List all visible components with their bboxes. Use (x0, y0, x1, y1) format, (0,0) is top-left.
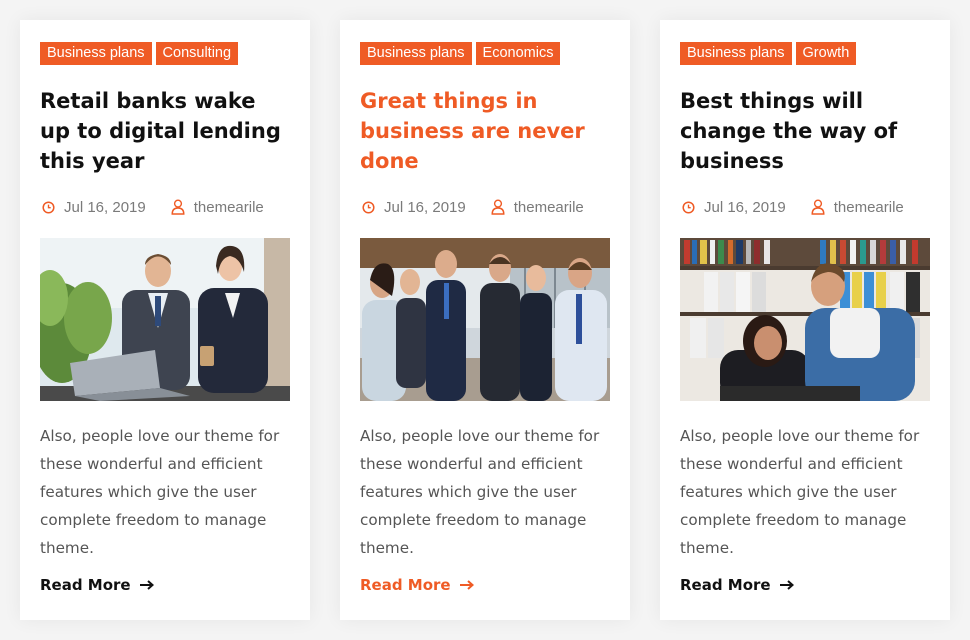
read-more-label: Read More (40, 576, 131, 594)
user-icon (170, 199, 186, 215)
read-more-label: Read More (680, 576, 771, 594)
category-tags: Business plans Growth (680, 42, 930, 65)
post-thumbnail[interactable] (40, 238, 290, 401)
post-thumbnail[interactable] (680, 238, 930, 401)
post-thumbnail[interactable] (360, 238, 610, 401)
clock-icon (680, 199, 696, 215)
category-tag[interactable]: Business plans (40, 42, 152, 65)
read-more-link[interactable]: Read More (680, 576, 794, 594)
post-excerpt: Also, people love our theme for these wo… (40, 427, 280, 557)
category-tag[interactable]: Economics (475, 42, 561, 65)
category-tag[interactable]: Business plans (360, 42, 472, 65)
post-author[interactable]: themearile (194, 199, 264, 216)
blog-card: Business plans Economics Great things in… (340, 20, 630, 620)
category-tags: Business plans Consulting (40, 42, 290, 65)
post-title[interactable]: Great things in business are never done (360, 86, 610, 176)
post-date: Jul 16, 2019 (704, 198, 786, 216)
read-more-link[interactable]: Read More (40, 576, 154, 594)
category-tags: Business plans Economics (360, 42, 610, 65)
arrow-right-icon (139, 580, 154, 590)
post-meta: Jul 16, 2019 themearile (360, 197, 610, 217)
post-date: Jul 16, 2019 (384, 198, 466, 216)
post-author[interactable]: themearile (514, 199, 584, 216)
post-author[interactable]: themearile (834, 199, 904, 216)
category-tag[interactable]: Consulting (155, 42, 239, 65)
clock-icon (40, 199, 56, 215)
category-tag[interactable]: Business plans (680, 42, 792, 65)
post-title[interactable]: Retail banks wake up to digital lending … (40, 86, 290, 176)
arrow-right-icon (779, 580, 794, 590)
user-icon (810, 199, 826, 215)
blog-card: Business plans Consulting Retail banks w… (20, 20, 310, 620)
arrow-right-icon (459, 580, 474, 590)
user-icon (490, 199, 506, 215)
post-excerpt: Also, people love our theme for these wo… (680, 427, 920, 557)
post-excerpt: Also, people love our theme for these wo… (360, 427, 600, 557)
post-meta: Jul 16, 2019 themearile (40, 197, 290, 217)
blog-card: Business plans Growth Best things will c… (660, 20, 950, 620)
read-more-link[interactable]: Read More (360, 576, 474, 594)
category-tag[interactable]: Growth (795, 42, 857, 65)
read-more-label: Read More (360, 576, 451, 594)
post-title[interactable]: Best things will change the way of busin… (680, 86, 930, 176)
post-date: Jul 16, 2019 (64, 198, 146, 216)
blog-post-grid: Business plans Consulting Retail banks w… (20, 20, 950, 620)
post-meta: Jul 16, 2019 themearile (680, 197, 930, 217)
clock-icon (360, 199, 376, 215)
